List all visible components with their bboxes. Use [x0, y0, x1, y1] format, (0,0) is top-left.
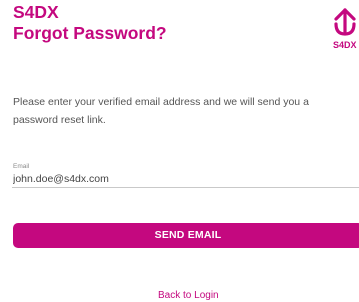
send-email-button[interactable]: SEND EMAIL [13, 223, 359, 248]
logo-text: S4DX [333, 40, 357, 50]
page-title: Forgot Password? [13, 23, 167, 43]
s4dx-logo-icon [334, 8, 356, 36]
logo: S4DX [333, 7, 359, 53]
forgot-password-page: S4DX Forgot Password? S4DX Please enter … [0, 0, 359, 302]
email-label: Email [13, 163, 30, 170]
back-to-login-link[interactable]: Back to Login [158, 290, 219, 302]
instruction-text: Please enter your verified email address… [13, 96, 309, 126]
email-field[interactable] [12, 171, 359, 188]
brand-name: S4DX [13, 2, 59, 22]
